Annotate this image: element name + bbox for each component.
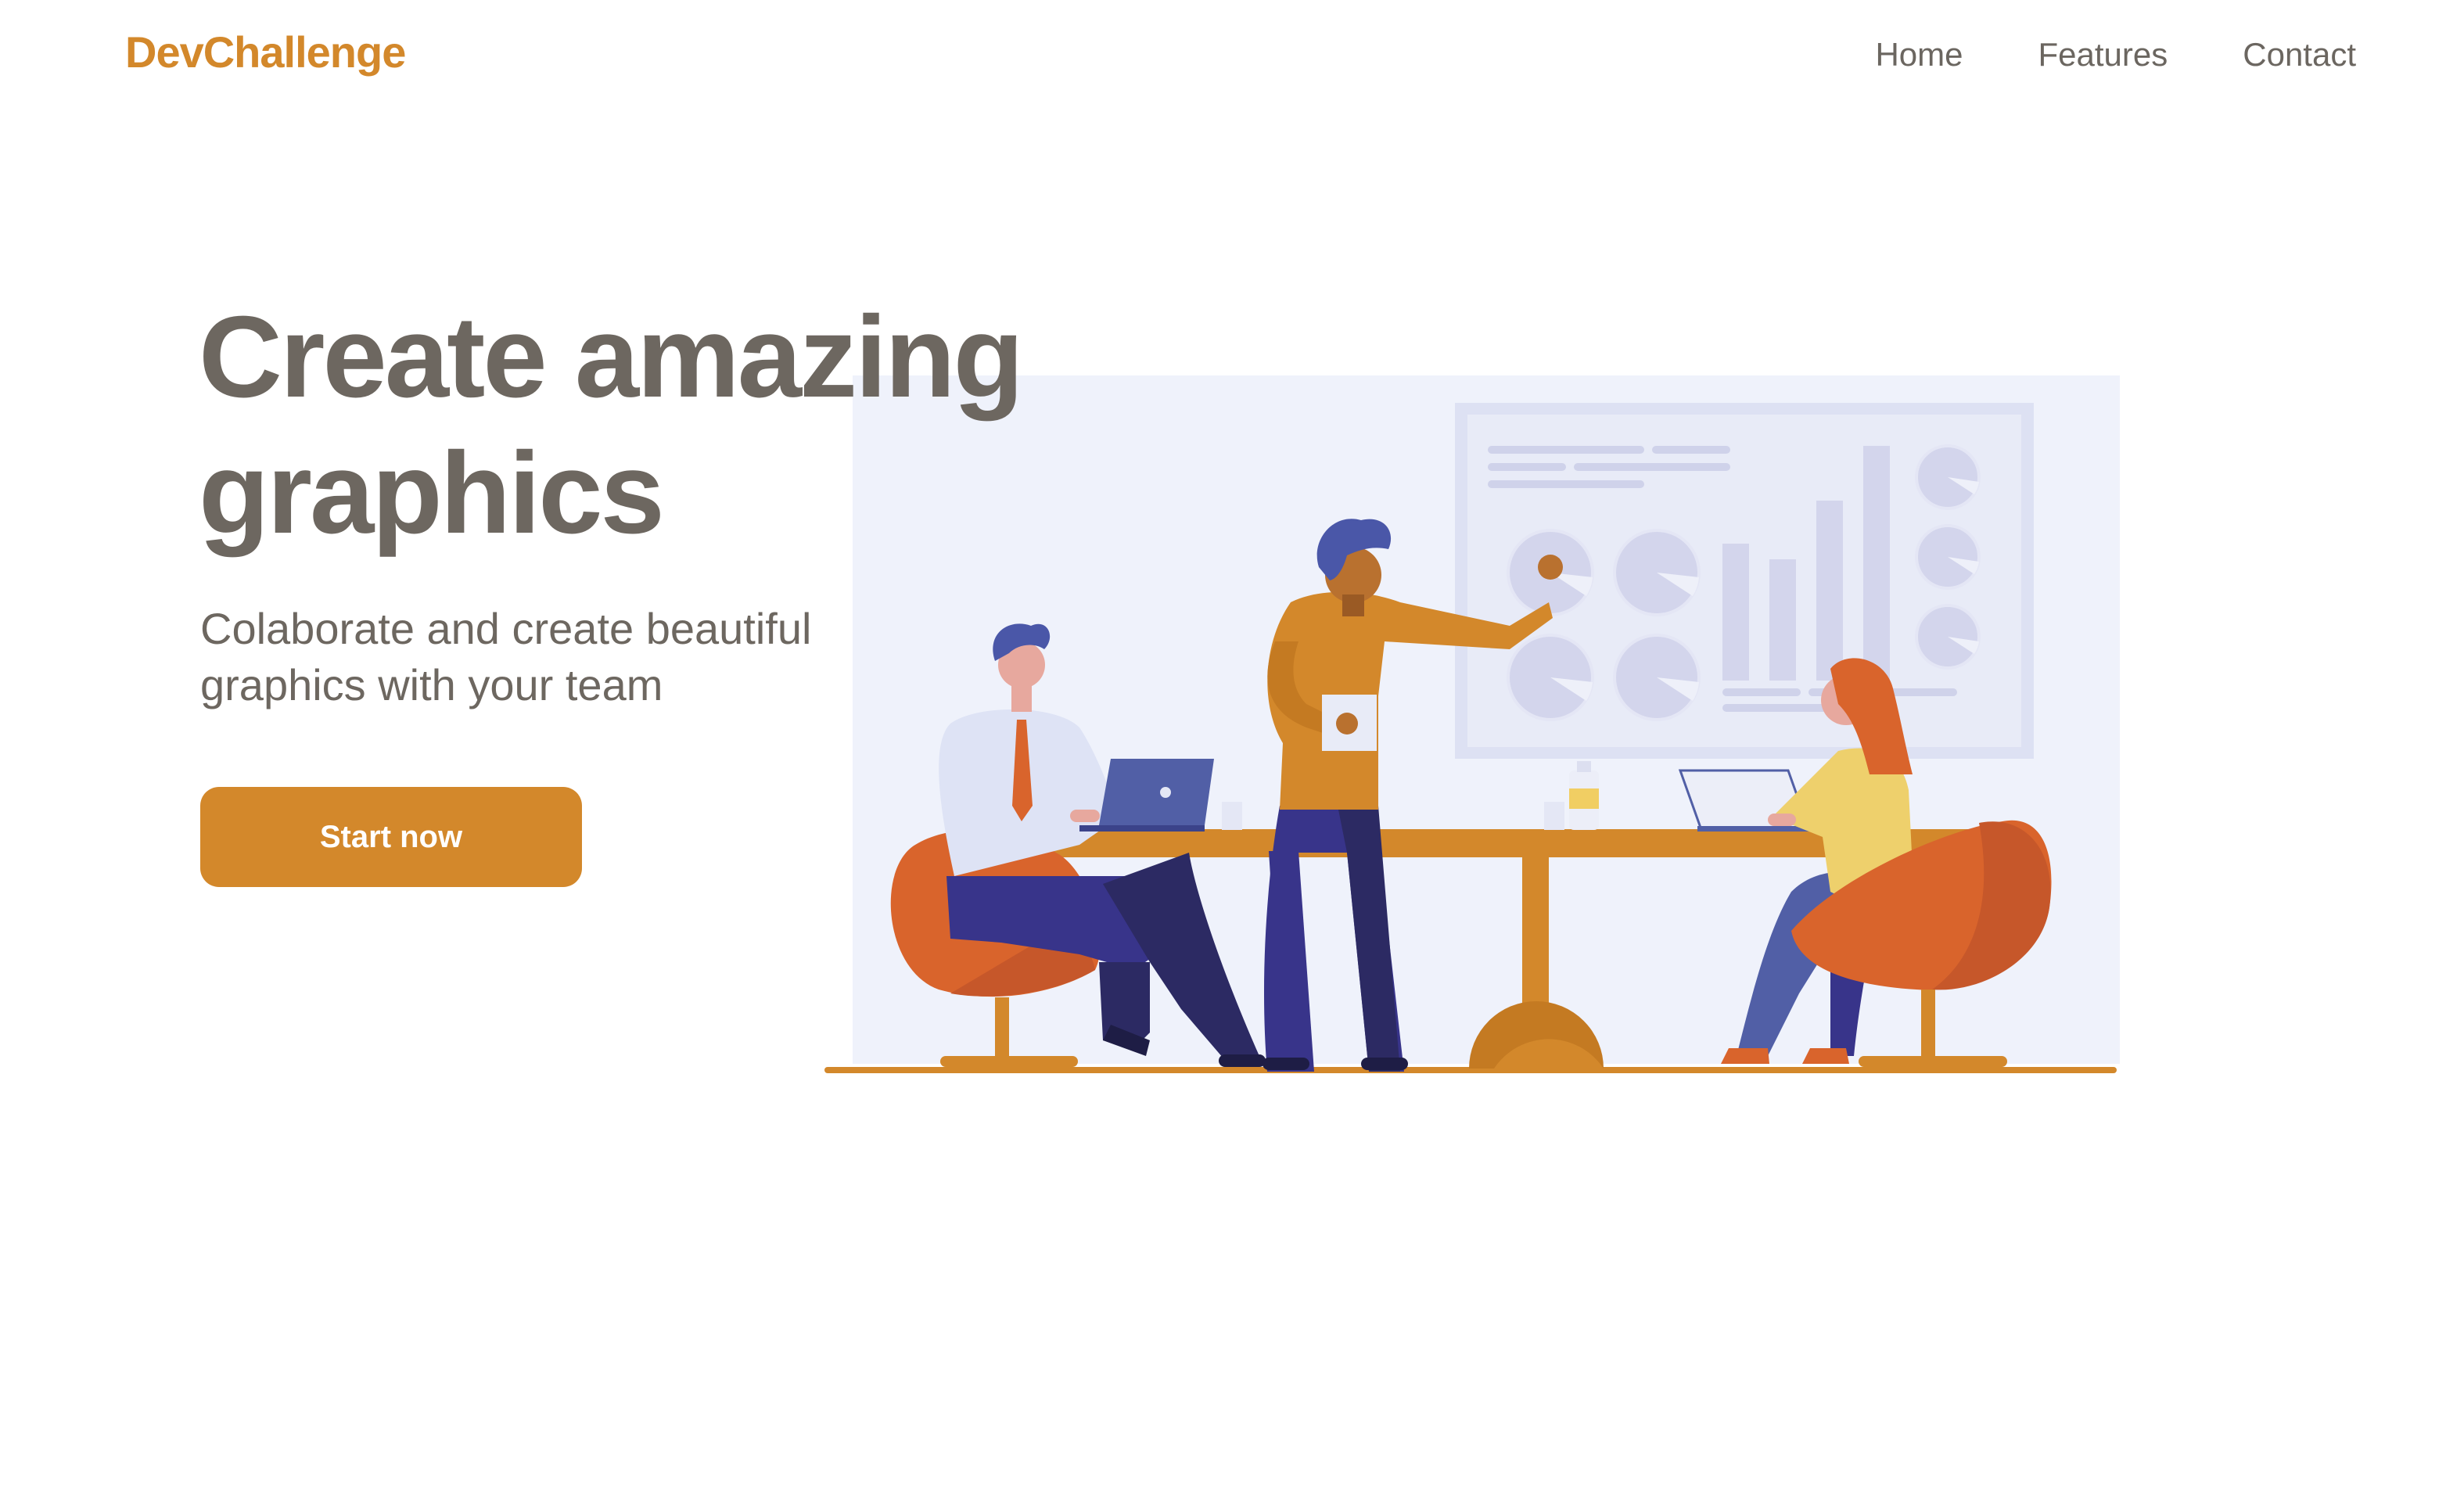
nav-link-features[interactable]: Features	[2038, 36, 2168, 74]
hero-subtitle: Colaborate and create beautiful graphics…	[200, 604, 812, 709]
start-now-button[interactable]: Start now	[200, 787, 582, 887]
hero-title: Create amazing graphics	[199, 293, 1024, 558]
nav-link-home[interactable]: Home	[1875, 36, 1963, 74]
whiteboard	[1455, 403, 2034, 759]
landing-page: DevChallenge Home Features Contact Creat…	[0, 0, 2464, 1505]
main-nav: Home Features Contact	[1875, 36, 2356, 74]
nav-link-contact[interactable]: Contact	[2243, 36, 2356, 74]
water-bottle	[1569, 761, 1599, 830]
brand-logo[interactable]: DevChallenge	[125, 27, 406, 77]
